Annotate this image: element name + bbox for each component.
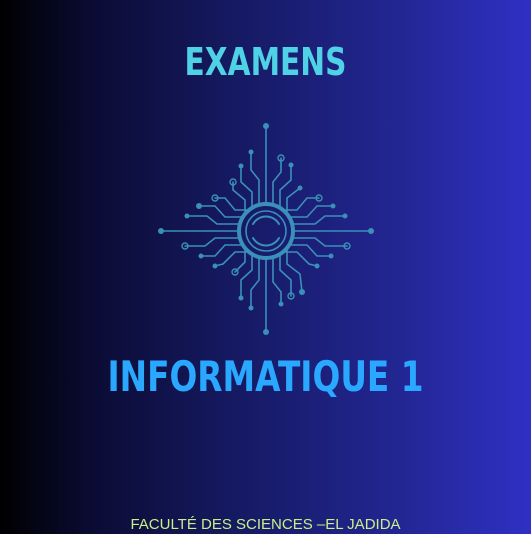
book-cover: EXAMENS INFORMATIQUE 1 FACULTÉ DES SCIEN…: [0, 0, 531, 534]
institution-label: FACULTÉ DES SCIENCES –EL JADIDA: [130, 516, 401, 533]
circuit-chip-icon: [158, 123, 374, 335]
cover-subject-title: INFORMATIQUE 1: [107, 352, 424, 401]
cover-heading: EXAMENS: [184, 40, 347, 84]
